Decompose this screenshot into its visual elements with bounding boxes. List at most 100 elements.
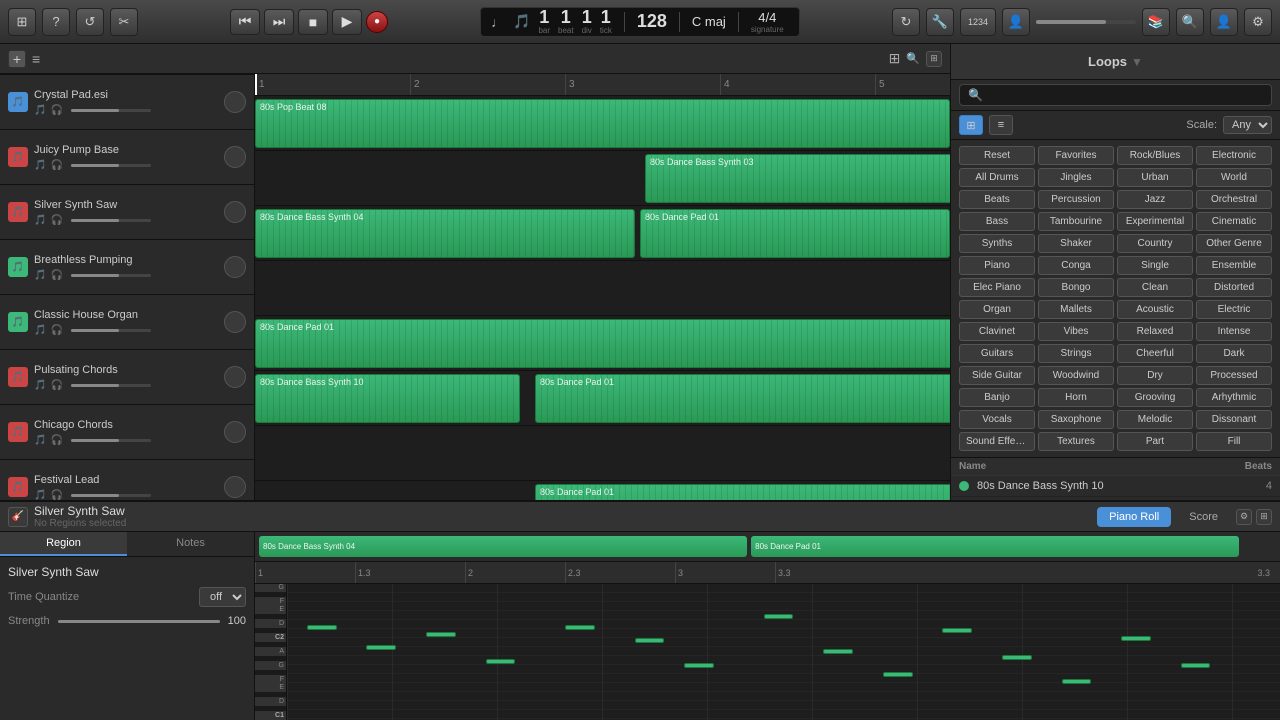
app-menu-btn[interactable]: ⊞ xyxy=(8,8,36,36)
pr-note-4[interactable] xyxy=(565,625,595,630)
track-vol-pulsating[interactable] xyxy=(71,384,151,387)
score-btn[interactable]: 1234 xyxy=(960,8,996,36)
tag-urban[interactable]: Urban xyxy=(1117,168,1193,187)
track-headphone-icon-pulsating[interactable]: 🎧 xyxy=(50,380,62,391)
region-dance-bass-03[interactable]: 80s Dance Bass Synth 03 xyxy=(645,154,950,203)
tag-acoustic[interactable]: Acoustic xyxy=(1117,300,1193,319)
region-tab[interactable]: Region xyxy=(0,532,127,556)
loops-search-bar[interactable]: 🔍 xyxy=(951,80,1280,111)
tag-mallets[interactable]: Mallets xyxy=(1038,300,1114,319)
tag-intense[interactable]: Intense xyxy=(1196,322,1272,341)
track-vol-juicy-pump[interactable] xyxy=(71,164,151,167)
strength-slider[interactable] xyxy=(58,620,220,623)
pr-note-12[interactable] xyxy=(1062,679,1092,684)
loop-btn[interactable]: ↺ xyxy=(76,8,104,36)
tag-distorted[interactable]: Distorted xyxy=(1196,278,1272,297)
tag-dark[interactable]: Dark xyxy=(1196,344,1272,363)
tag-fill[interactable]: Fill xyxy=(1196,432,1272,451)
tag-dry[interactable]: Dry xyxy=(1117,366,1193,385)
notes-tab[interactable]: Notes xyxy=(127,532,254,556)
track-headphone-icon-festival[interactable]: 🎧 xyxy=(50,490,62,501)
mixer-btn[interactable]: 👤 xyxy=(1210,8,1238,36)
pr-note-5[interactable] xyxy=(635,638,665,643)
pr-note-9[interactable] xyxy=(883,672,913,677)
track-pan-classic-house[interactable] xyxy=(224,311,246,333)
track-headphone-icon-chicago[interactable]: 🎧 xyxy=(50,435,62,446)
tag-beats[interactable]: Beats xyxy=(959,190,1035,209)
tag-vibes[interactable]: Vibes xyxy=(1038,322,1114,341)
track-pan-festival[interactable] xyxy=(224,476,246,498)
pr-note-3[interactable] xyxy=(486,659,516,664)
tag-guitars[interactable]: Guitars xyxy=(959,344,1035,363)
track-midi-icon-pulsating[interactable]: 🎵 xyxy=(34,380,46,391)
time-signature[interactable]: 4/4 xyxy=(758,10,776,25)
tag-favorites[interactable]: Favorites xyxy=(1038,146,1114,165)
tag-relaxed[interactable]: Relaxed xyxy=(1117,322,1193,341)
tag-piano[interactable]: Piano xyxy=(959,256,1035,275)
track-pan-breathless[interactable] xyxy=(224,256,246,278)
tag-bongo[interactable]: Bongo xyxy=(1038,278,1114,297)
tag-ensemble[interactable]: Ensemble xyxy=(1196,256,1272,275)
track-headphone-icon-crystal-pad[interactable]: 🎧 xyxy=(50,105,62,116)
track-vol-crystal-pad[interactable] xyxy=(71,109,151,112)
loops-search-input[interactable] xyxy=(987,89,1263,101)
region-dance-pad-01d[interactable]: 80s Dance Pad 01 xyxy=(535,484,950,500)
track-header-silver-synth[interactable]: 🎵 Silver Synth Saw 🎵 🎧 xyxy=(0,185,254,240)
pr-expand-btn[interactable]: ⊞ xyxy=(1256,509,1272,525)
tag-other-genre[interactable]: Other Genre xyxy=(1196,234,1272,253)
bpm-display[interactable]: 128 xyxy=(637,11,667,32)
pr-settings-btn[interactable]: ⚙ xyxy=(1236,509,1252,525)
tag-tambourine[interactable]: Tambourine xyxy=(1038,212,1114,231)
tag-experimental[interactable]: Experimental xyxy=(1117,212,1193,231)
tag-melodic[interactable]: Melodic xyxy=(1117,410,1193,429)
track-vol-silver-synth[interactable] xyxy=(71,219,151,222)
add-track-btn[interactable]: + xyxy=(8,50,26,68)
tag-sound-effects[interactable]: Sound Effects xyxy=(959,432,1035,451)
loops-menu-arrow[interactable]: ▼ xyxy=(1131,55,1143,69)
tag-processed[interactable]: Processed xyxy=(1196,366,1272,385)
track-header-classic-house[interactable]: 🎵 Classic House Organ 🎵 🎧 xyxy=(0,295,254,350)
tag-textures[interactable]: Textures xyxy=(1038,432,1114,451)
track-pan-juicy-pump[interactable] xyxy=(224,146,246,168)
pr-note-7[interactable] xyxy=(764,614,794,619)
tag-jazz[interactable]: Jazz xyxy=(1117,190,1193,209)
account-btn[interactable]: 👤 xyxy=(1002,8,1030,36)
tag-all-drums[interactable]: All Drums xyxy=(959,168,1035,187)
tag-part[interactable]: Part xyxy=(1117,432,1193,451)
pr-grid[interactable] xyxy=(287,584,1280,720)
track-midi-icon-crystal-pad[interactable]: 🎵 xyxy=(34,105,46,116)
tag-electric[interactable]: Electric xyxy=(1196,300,1272,319)
track-header-pulsating[interactable]: 🎵 Pulsating Chords 🎵 🎧 xyxy=(0,350,254,405)
tag-single[interactable]: Single xyxy=(1117,256,1193,275)
tag-country[interactable]: Country xyxy=(1117,234,1193,253)
tag-world[interactable]: World xyxy=(1196,168,1272,187)
smart-controls-btn[interactable]: 🔍 xyxy=(1176,8,1204,36)
region-pop-beat-08[interactable]: 80s Pop Beat 08 xyxy=(255,99,950,148)
pr-note-0[interactable] xyxy=(307,625,337,630)
track-vol-chicago[interactable] xyxy=(71,439,151,442)
pr-note-10[interactable] xyxy=(942,628,972,633)
region-dance-pad-01a[interactable]: 80s Dance Pad 01 xyxy=(640,209,950,258)
tag-grooving[interactable]: Grooving xyxy=(1117,388,1193,407)
tag-horn[interactable]: Horn xyxy=(1038,388,1114,407)
play-btn[interactable]: ▶ xyxy=(332,9,362,35)
pr-note-13[interactable] xyxy=(1121,636,1151,641)
tag-bass[interactable]: Bass xyxy=(959,212,1035,231)
tag-woodwind[interactable]: Woodwind xyxy=(1038,366,1114,385)
tag-jingles[interactable]: Jingles xyxy=(1038,168,1114,187)
settings-btn[interactable]: ⚙ xyxy=(1244,8,1272,36)
help-btn[interactable]: ? xyxy=(42,8,70,36)
track-header-crystal-pad[interactable]: 🎵 Crystal Pad.esi 🎵 🎧 xyxy=(0,75,254,130)
key-display[interactable]: C maj xyxy=(692,14,726,29)
tag-shaker[interactable]: Shaker xyxy=(1038,234,1114,253)
tag-organ[interactable]: Organ xyxy=(959,300,1035,319)
track-pan-pulsating[interactable] xyxy=(224,366,246,388)
tag-synths[interactable]: Synths xyxy=(959,234,1035,253)
track-pan-crystal-pad[interactable] xyxy=(224,91,246,113)
track-header-festival[interactable]: 🎵 Festival Lead 🎵 🎧 xyxy=(0,460,254,500)
record-btn[interactable]: ● xyxy=(366,11,388,33)
tuner-btn[interactable]: 🔧 xyxy=(926,8,954,36)
score-tab[interactable]: Score xyxy=(1177,507,1230,527)
track-vol-classic-house[interactable] xyxy=(71,329,151,332)
tag-clean[interactable]: Clean xyxy=(1117,278,1193,297)
